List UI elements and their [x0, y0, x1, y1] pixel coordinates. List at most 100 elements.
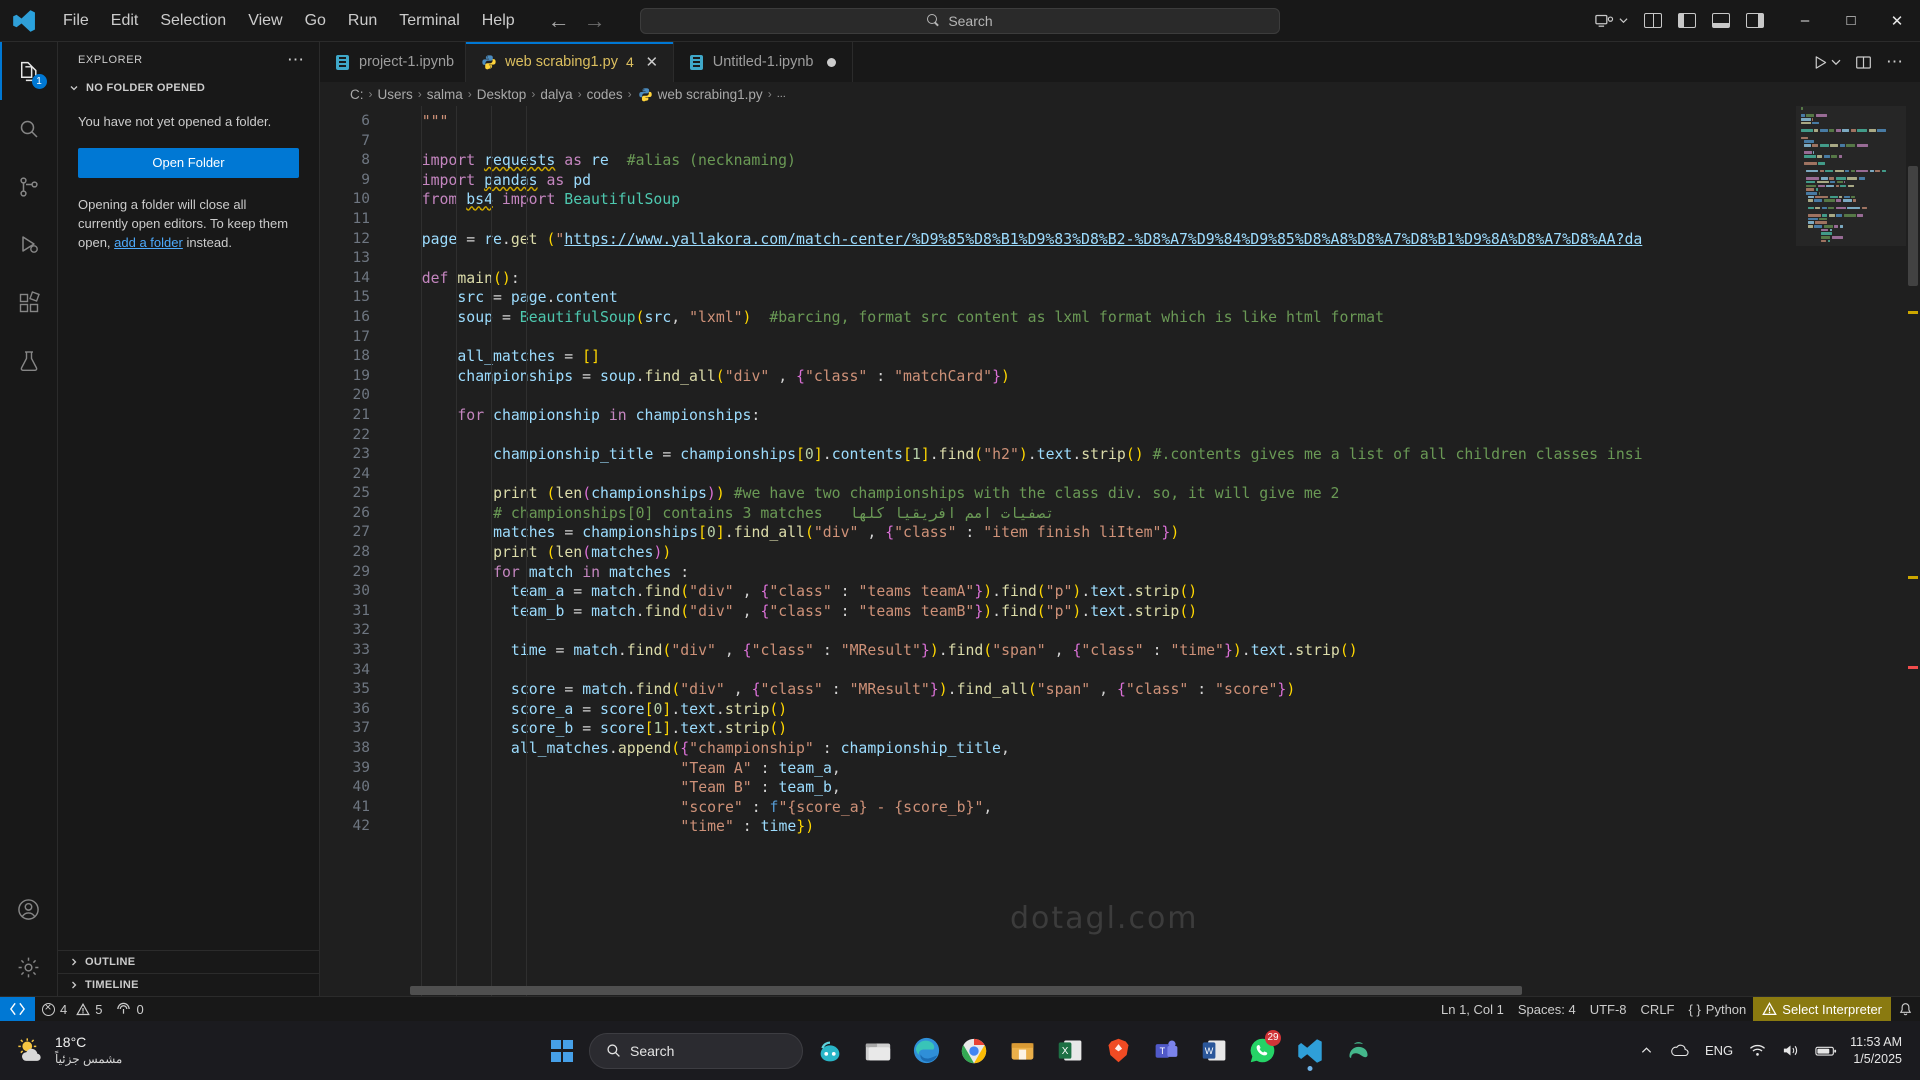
code-line[interactable]: print (len(championships)) #we have two …: [386, 484, 1920, 504]
code-line[interactable]: "Team B" : team_b,: [386, 778, 1920, 798]
code-line[interactable]: for match in matches :: [386, 563, 1920, 583]
tray-language-indicator[interactable]: ENG: [1698, 1037, 1740, 1064]
command-center-search[interactable]: Search: [640, 8, 1280, 34]
remote-window-indicator[interactable]: [1587, 10, 1636, 32]
code-line[interactable]: page = re.get ("https://www.yallakora.co…: [386, 230, 1920, 250]
customize-layout-icon[interactable]: [1644, 13, 1662, 28]
sidebar-item-source-control[interactable]: [0, 158, 58, 216]
taskbar-app-copilot[interactable]: [809, 1028, 851, 1074]
editor-vertical-scrollbar[interactable]: [1906, 106, 1920, 996]
code-line[interactable]: [386, 465, 1920, 485]
arrow-right-icon[interactable]: →: [584, 10, 606, 32]
accounts-button[interactable]: [0, 880, 58, 938]
sidebar-item-testing[interactable]: [0, 332, 58, 390]
code-editor[interactable]: 6 7 8 9 10 11 12 13 14 15 16 17 18 19 20…: [320, 106, 1920, 996]
toggle-panel-icon[interactable]: [1712, 13, 1730, 28]
notifications-button[interactable]: [1891, 997, 1920, 1022]
breadcrumb-item-dalya[interactable]: dalya: [540, 87, 572, 102]
weather-widget[interactable]: 18°C مشمس جزئياً: [0, 1034, 250, 1067]
menu-help[interactable]: Help: [471, 8, 526, 34]
editor-horizontal-scrollbar[interactable]: [386, 984, 1784, 996]
code-line[interactable]: team_a = match.find("div" , {"class" : "…: [386, 582, 1920, 602]
breadcrumb-item-c[interactable]: C:: [350, 87, 364, 102]
taskbar-app-anaconda[interactable]: [1337, 1028, 1379, 1074]
select-interpreter-button[interactable]: Select Interpreter: [1753, 997, 1891, 1022]
sidebar-item-run-and-debug[interactable]: [0, 216, 58, 274]
code-line[interactable]: from bs4 import BeautifulSoup: [386, 190, 1920, 210]
taskbar-app-word[interactable]: W: [1193, 1028, 1235, 1074]
menu-terminal[interactable]: Terminal: [388, 8, 470, 34]
taskbar-clock[interactable]: 11:53 AM 1/5/2025: [1846, 1034, 1910, 1067]
sidebar-item-explorer[interactable]: 1: [0, 42, 58, 100]
minimize-icon[interactable]: –: [1782, 0, 1828, 42]
code-line[interactable]: [386, 621, 1920, 641]
cursor-position-status[interactable]: Ln 1, Col 1: [1434, 997, 1511, 1022]
manage-settings-button[interactable]: [0, 938, 58, 996]
scrollbar-thumb[interactable]: [410, 986, 1522, 995]
code-line[interactable]: import requests as re #alias (necknaming…: [386, 151, 1920, 171]
sidebar-item-extensions[interactable]: [0, 274, 58, 332]
menu-selection[interactable]: Selection: [149, 8, 237, 34]
code-line[interactable]: import pandas as pd: [386, 171, 1920, 191]
encoding-status[interactable]: UTF-8: [1583, 997, 1634, 1022]
code-line[interactable]: soup = BeautifulSoup(src, "lxml") #barci…: [386, 308, 1920, 328]
no-folder-opened-section[interactable]: NO FOLDER OPENED: [58, 77, 319, 99]
code-lines[interactable]: """ import requests as re #alias (neckna…: [386, 106, 1920, 996]
code-line[interactable]: team_b = match.find("div" , {"class" : "…: [386, 602, 1920, 622]
code-line[interactable]: """: [386, 112, 1920, 132]
open-folder-button[interactable]: Open Folder: [78, 148, 299, 178]
tab-web-scrabing1-py[interactable]: web scrabing1.py 4 ✕: [466, 42, 674, 82]
taskbar-app-teams[interactable]: T: [1145, 1028, 1187, 1074]
taskbar-app-excel[interactable]: X: [1049, 1028, 1091, 1074]
code-line[interactable]: [386, 132, 1920, 152]
tab-project-1-ipynb[interactable]: project-1.ipynb: [320, 42, 466, 82]
indentation-status[interactable]: Spaces: 4: [1511, 997, 1583, 1022]
editor-more-actions-button[interactable]: ⋯: [1886, 52, 1904, 72]
code-line[interactable]: matches = championships[0].find_all("div…: [386, 523, 1920, 543]
code-line[interactable]: src = page.content: [386, 288, 1920, 308]
tray-onedrive-button[interactable]: [1662, 1037, 1696, 1064]
maximize-icon[interactable]: □: [1828, 0, 1874, 42]
minimap[interactable]: [1796, 106, 1906, 996]
breadcrumb-item-users[interactable]: Users: [378, 87, 413, 102]
outline-section[interactable]: OUTLINE: [58, 950, 319, 973]
code-line[interactable]: [386, 249, 1920, 269]
tray-expand-button[interactable]: [1633, 1038, 1660, 1063]
taskbar-app-edge[interactable]: [905, 1028, 947, 1074]
breadcrumb-item-file[interactable]: web scrabing1.py: [658, 87, 763, 102]
taskbar-app-file-explorer[interactable]: [857, 1028, 899, 1074]
code-line[interactable]: time = match.find("div" , {"class" : "MR…: [386, 641, 1920, 661]
eol-status[interactable]: CRLF: [1634, 997, 1682, 1022]
toggle-secondary-sidebar-icon[interactable]: [1746, 13, 1764, 28]
taskbar-search-box[interactable]: Search: [589, 1033, 803, 1069]
timeline-section[interactable]: TIMELINE: [58, 973, 319, 996]
problems-status[interactable]: 4 5: [35, 997, 109, 1022]
menu-go[interactable]: Go: [294, 8, 337, 34]
code-line[interactable]: print (len(matches)): [386, 543, 1920, 563]
tray-volume-button[interactable]: [1775, 1037, 1806, 1064]
breadcrumb-item-salma[interactable]: salma: [427, 87, 463, 102]
ports-status[interactable]: 0: [109, 997, 150, 1022]
code-line[interactable]: [386, 426, 1920, 446]
code-line[interactable]: all_matches = []: [386, 347, 1920, 367]
code-line[interactable]: [386, 328, 1920, 348]
start-button[interactable]: [541, 1030, 583, 1072]
tab-untitled-1-ipynb[interactable]: Untitled-1.ipynb: [674, 42, 853, 82]
code-line[interactable]: # championships[0] contains 3 matches تص…: [386, 504, 1920, 524]
menu-view[interactable]: View: [237, 8, 293, 34]
toggle-primary-sidebar-icon[interactable]: [1678, 13, 1696, 28]
code-line[interactable]: championship_title = championships[0].co…: [386, 445, 1920, 465]
code-line[interactable]: score_a = score[0].text.strip(): [386, 700, 1920, 720]
breadcrumb-item-desktop[interactable]: Desktop: [477, 87, 527, 102]
code-line[interactable]: "time" : time}): [386, 817, 1920, 837]
run-python-file-button[interactable]: [1812, 54, 1841, 71]
scrollbar-thumb[interactable]: [1908, 166, 1918, 286]
breadcrumb-item-codes[interactable]: codes: [587, 87, 623, 102]
add-a-folder-link[interactable]: add a folder: [114, 235, 183, 250]
taskbar-app-whatsapp[interactable]: 29: [1241, 1028, 1283, 1074]
code-line[interactable]: def main():: [386, 269, 1920, 289]
ellipsis-icon[interactable]: ⋯: [281, 50, 311, 70]
menu-edit[interactable]: Edit: [100, 8, 150, 34]
tray-battery-button[interactable]: [1808, 1038, 1844, 1064]
sidebar-item-search[interactable]: [0, 100, 58, 158]
